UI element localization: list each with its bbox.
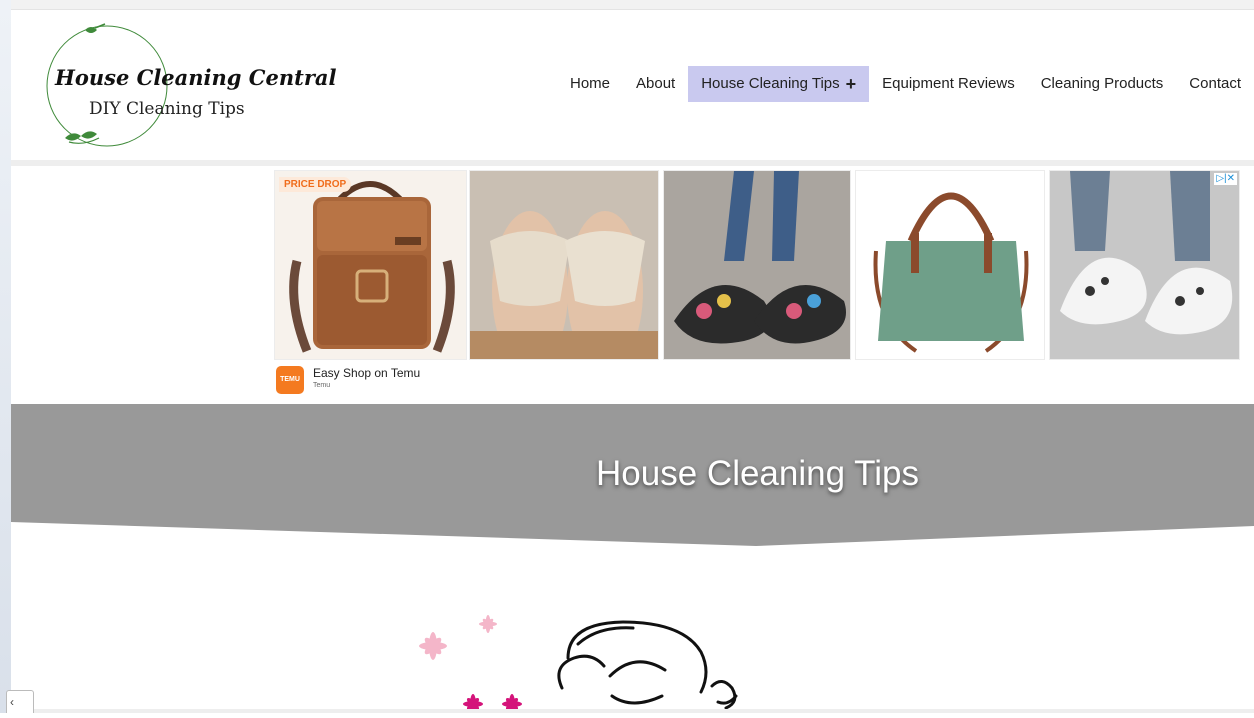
cleaning-illustration-image — [419, 615, 738, 714]
browser-left-edge — [0, 0, 11, 713]
ad-product-green-handbag[interactable] — [855, 170, 1045, 360]
nav-equipment-reviews-label: Equipment Reviews — [882, 75, 1015, 92]
plus-icon[interactable]: + — [846, 75, 857, 93]
sneakers-image — [1050, 171, 1239, 359]
sandals-image — [470, 171, 658, 359]
nav-contact[interactable]: Contact — [1176, 66, 1254, 102]
nav-cleaning-products-label: Cleaning Products — [1040, 75, 1164, 92]
ad-banner[interactable]: PRICE DROP ▷|✕ TEMU Easy Shop on Temu Te… — [274, 170, 1240, 398]
logo-title: House Cleaning Central — [55, 65, 337, 90]
leather-bag-image — [275, 171, 466, 359]
site-logo[interactable]: House Cleaning Central DIY Cleaning Tips — [25, 20, 336, 150]
nav-cleaning-products[interactable]: Cleaning Products — [1028, 66, 1177, 102]
price-drop-badge: PRICE DROP — [279, 177, 352, 192]
nav-contact-label: Contact — [1189, 75, 1241, 92]
nav-about[interactable]: About — [623, 66, 688, 102]
bottom-edge — [11, 709, 1254, 713]
page-banner: House Cleaning Tips — [11, 404, 1254, 546]
site-header: House Cleaning Central DIY Cleaning Tips… — [11, 10, 1254, 160]
hero-illustration — [400, 606, 800, 714]
ad-source: Temu — [313, 382, 331, 389]
nav-house-cleaning-tips[interactable]: House Cleaning Tips + — [688, 66, 870, 102]
ad-product-floral-shoes[interactable] — [663, 170, 851, 360]
nav-home-label: Home — [570, 75, 611, 92]
adchoices-icon[interactable]: ▷|✕ — [1214, 173, 1237, 185]
ad-title[interactable]: Easy Shop on Temu — [313, 366, 420, 380]
nav-equipment-reviews[interactable]: Equipment Reviews — [869, 66, 1028, 102]
collapse-arrow-icon[interactable]: ‹ — [6, 690, 34, 713]
logo-subtitle: DIY Cleaning Tips — [89, 99, 245, 119]
top-edge — [11, 0, 1254, 10]
nav-home[interactable]: Home — [557, 66, 623, 102]
header-divider — [11, 160, 1254, 166]
ad-product-sneakers[interactable]: ▷|✕ — [1049, 170, 1240, 360]
page-title: House Cleaning Tips — [596, 454, 919, 493]
nav-house-cleaning-tips-label: House Cleaning Tips — [701, 75, 840, 92]
main-nav: Home About House Cleaning Tips + Equipme… — [557, 66, 1254, 102]
green-handbag-image — [856, 171, 1044, 359]
temu-logo: TEMU — [276, 366, 304, 394]
ad-product-sandals[interactable] — [469, 170, 659, 360]
ad-product-bag-brown[interactable]: PRICE DROP — [274, 170, 467, 360]
nav-about-label: About — [636, 75, 676, 92]
floral-shoes-image — [664, 171, 850, 359]
